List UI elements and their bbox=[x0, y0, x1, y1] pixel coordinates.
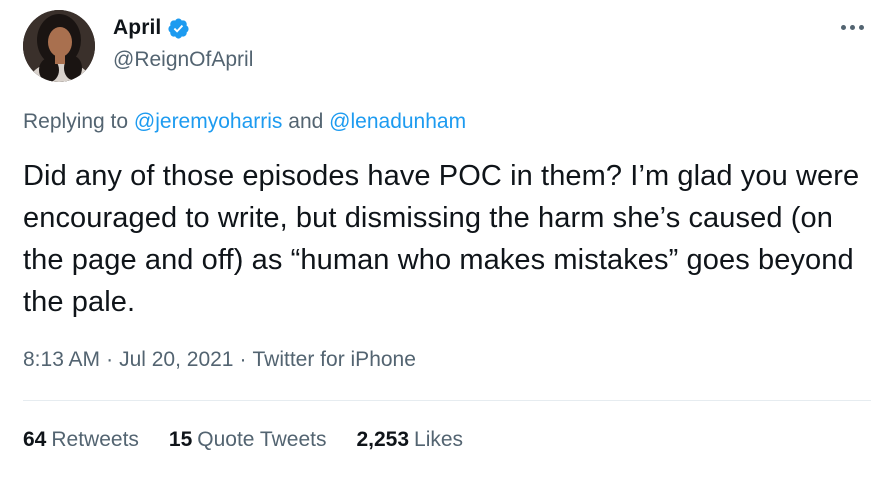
replying-to: Replying to @jeremyoharris and @lenadunh… bbox=[23, 110, 466, 134]
display-name[interactable]: April bbox=[113, 16, 161, 40]
author-handle[interactable]: @ReignOfApril bbox=[113, 48, 253, 72]
quote-tweets-label: Quote Tweets bbox=[197, 428, 327, 451]
likes-label: Likes bbox=[414, 428, 464, 451]
tweet-metadata: 8:13 AM · Jul 20, 2021 · Twitter for iPhone bbox=[23, 348, 416, 372]
meta-separator: · bbox=[106, 348, 114, 371]
author-name-row[interactable]: April bbox=[113, 15, 190, 41]
meta-separator: · bbox=[239, 348, 247, 371]
more-options-button[interactable] bbox=[832, 15, 872, 39]
engagement-stats: 64 Retweets 15 Quote Tweets 2,253 Likes bbox=[23, 428, 493, 452]
tweet-date[interactable]: Jul 20, 2021 bbox=[119, 348, 233, 371]
avatar[interactable] bbox=[23, 10, 95, 82]
retweets-count: 64 bbox=[23, 428, 47, 451]
tweet-source[interactable]: Twitter for iPhone bbox=[253, 348, 416, 371]
retweets-stat[interactable]: 64 Retweets bbox=[23, 428, 139, 452]
more-horizontal-icon bbox=[849, 24, 855, 30]
more-horizontal-icon bbox=[858, 24, 864, 30]
avatar-image bbox=[23, 10, 95, 82]
likes-stat[interactable]: 2,253 Likes bbox=[356, 428, 463, 452]
more-horizontal-icon bbox=[840, 24, 846, 30]
likes-count: 2,253 bbox=[356, 428, 410, 451]
tweet-text: Did any of those episodes have POC in th… bbox=[23, 160, 860, 318]
quote-tweets-count: 15 bbox=[168, 428, 193, 451]
replying-to-label: Replying to bbox=[23, 110, 129, 133]
tweet-card: April @ReignOfApril Replying to @jeremyo… bbox=[0, 0, 892, 478]
verified-badge-icon bbox=[167, 17, 190, 40]
retweets-label: Retweets bbox=[51, 428, 139, 451]
divider bbox=[23, 400, 871, 401]
replying-to-conjunction: and bbox=[288, 110, 324, 133]
tweet-time[interactable]: 8:13 AM bbox=[23, 348, 100, 371]
mention-link[interactable]: @jeremyoharris bbox=[134, 110, 283, 133]
mention-link[interactable]: @lenadunham bbox=[329, 110, 466, 133]
quote-tweets-stat[interactable]: 15 Quote Tweets bbox=[169, 428, 327, 452]
